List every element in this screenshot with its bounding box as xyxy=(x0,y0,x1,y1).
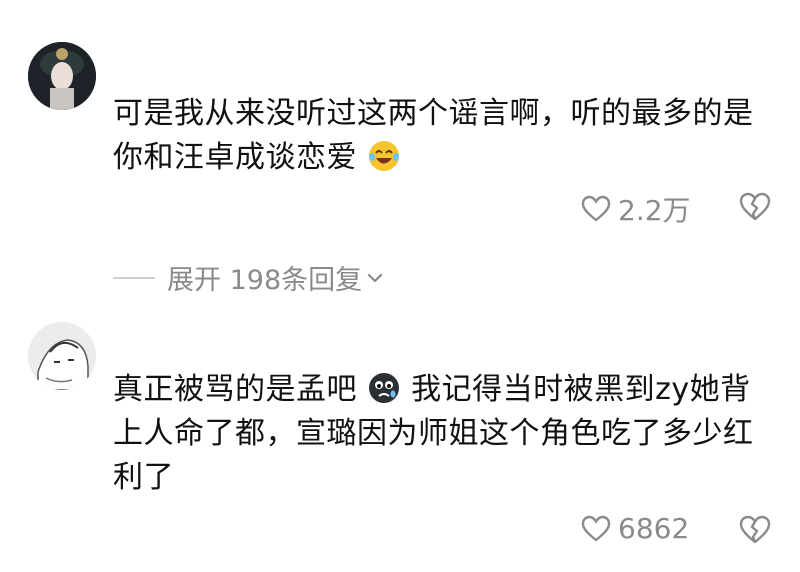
laughing-tears-emoji xyxy=(369,141,400,171)
replies-label: 展开 198条回复 xyxy=(167,265,363,296)
like-count: 2.2万 xyxy=(618,194,691,227)
sad-face-emoji xyxy=(369,373,400,403)
chevron-down-icon xyxy=(368,273,383,282)
like-button[interactable]: 2.2万 xyxy=(580,189,691,229)
divider xyxy=(113,276,155,279)
avatar[interactable] xyxy=(28,322,96,390)
expand-replies-button[interactable]: 展开 198条回复 xyxy=(113,258,384,297)
comment-text: 真正被骂的是孟吧 我记得当时被黑到zy她背上人命了都，宣璐因为师姐这个角色吃了多… xyxy=(113,372,754,495)
broken-heart-icon[interactable] xyxy=(738,513,772,547)
comment-text: 可是我从来没听过这两个谣言啊，听的最多的是你和汪卓成谈恋爱 xyxy=(113,96,754,175)
heart-outline-icon xyxy=(581,515,611,542)
like-button[interactable]: 6862 xyxy=(580,512,689,545)
like-count: 6862 xyxy=(618,512,690,545)
avatar[interactable] xyxy=(28,42,96,110)
broken-heart-icon[interactable] xyxy=(738,190,772,224)
heart-outline-icon xyxy=(581,195,611,222)
